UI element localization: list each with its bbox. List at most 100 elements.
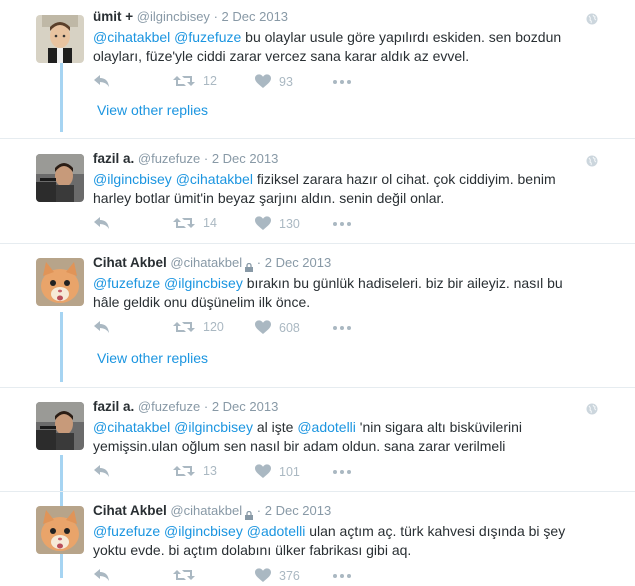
tweet[interactable]: fazil a. @fuzefuze · 2 Dec 2013 @cihatak… — [0, 399, 635, 499]
retweet-count: 120 — [203, 320, 224, 334]
retweet-icon — [173, 568, 195, 582]
separator: · — [256, 503, 262, 518]
mention-link[interactable]: @fuzefuze — [174, 29, 241, 45]
avatar[interactable] — [36, 402, 84, 450]
like-button[interactable]: 130 — [255, 216, 300, 231]
fullname[interactable]: ümit + — [93, 9, 133, 24]
fullname[interactable]: fazil a. — [93, 399, 134, 414]
retweet-icon — [173, 320, 195, 334]
reply-button[interactable] — [93, 568, 111, 582]
tweet-header: fazil a. @fuzefuze · 2 Dec 2013 — [93, 399, 278, 414]
mention-link[interactable]: @ilgincbisey — [174, 419, 253, 435]
handle[interactable]: @fuzefuze — [138, 399, 200, 414]
globe-icon — [586, 154, 598, 167]
reply-icon — [93, 74, 111, 88]
retweet-count: 13 — [203, 464, 217, 478]
retweet-count: 12 — [203, 74, 217, 88]
globe-icon — [586, 12, 598, 25]
more-icon — [333, 222, 351, 226]
retweet-icon — [173, 74, 195, 88]
avatar[interactable] — [36, 506, 84, 554]
reply-button[interactable] — [93, 464, 111, 478]
like-count: 93 — [279, 74, 293, 89]
fullname[interactable]: Cihat Akbel — [93, 503, 167, 518]
like-count: 130 — [279, 216, 300, 231]
tweet-header: Cihat Akbel @cihatakbel · 2 Dec 2013 — [93, 503, 332, 520]
retweet-icon — [173, 464, 195, 478]
mention-link[interactable]: @cihatakbel — [93, 419, 170, 435]
handle[interactable]: @ilgincbisey — [137, 9, 210, 24]
reply-button[interactable] — [93, 320, 111, 334]
mention-link[interactable]: @cihatakbel — [176, 171, 253, 187]
handle[interactable]: @fuzefuze — [138, 151, 200, 166]
avatar[interactable] — [36, 154, 84, 202]
retweet-button[interactable]: 120 — [173, 320, 224, 334]
tweet-text: @ilgincbisey @cihatakbel fiziksel zarara… — [93, 170, 583, 208]
handle[interactable]: @cihatakbel — [170, 255, 242, 270]
divider — [0, 491, 635, 492]
divider — [0, 387, 635, 388]
like-icon — [255, 74, 271, 89]
view-other-replies-link[interactable]: View other replies — [97, 350, 208, 366]
tweet[interactable]: fazil a. @fuzefuze · 2 Dec 2013 @ilgincb… — [0, 151, 635, 251]
avatar-man-image — [36, 402, 84, 450]
mention-link[interactable]: @ilgincbisey — [93, 171, 172, 187]
mention-link[interactable]: @adotelli — [247, 523, 306, 539]
timestamp[interactable]: 2 Dec 2013 — [222, 9, 289, 24]
mention-link[interactable]: @ilgincbisey — [164, 523, 243, 539]
retweet-button[interactable]: 14 — [173, 216, 217, 230]
tweet-header: ümit + @ilgincbisey · 2 Dec 2013 — [93, 9, 288, 24]
tweet-actions: 12 93 — [93, 74, 393, 92]
tweet-header: fazil a. @fuzefuze · 2 Dec 2013 — [93, 151, 278, 166]
avatar[interactable] — [36, 15, 84, 63]
mention-link[interactable]: @adotelli — [297, 419, 356, 435]
retweet-button[interactable] — [173, 568, 203, 582]
avatar-cat-image — [36, 506, 84, 554]
timestamp[interactable]: 2 Dec 2013 — [265, 503, 332, 518]
more-options-button[interactable] — [333, 80, 351, 84]
mention-link[interactable]: @cihatakbel — [93, 29, 170, 45]
tweet[interactable]: ümit + @ilgincbisey · 2 Dec 2013 @cihata… — [0, 9, 635, 119]
mention-link[interactable]: @ilgincbisey — [164, 275, 243, 291]
tweet-text: @fuzefuze @ilgincbisey bırakın bu günlük… — [93, 274, 583, 312]
reply-button[interactable] — [93, 216, 111, 230]
like-button[interactable]: 608 — [255, 320, 300, 335]
more-options-button[interactable] — [333, 326, 351, 330]
like-button[interactable]: 93 — [255, 74, 293, 89]
more-icon — [333, 574, 351, 578]
avatar-man-image — [36, 154, 84, 202]
like-count: 376 — [279, 568, 300, 583]
tweet-actions: 120 608 — [93, 320, 393, 338]
timestamp[interactable]: 2 Dec 2013 — [212, 399, 279, 414]
tweet-text-segment: al işte — [252, 419, 298, 435]
reply-button[interactable] — [93, 74, 111, 88]
reply-icon — [93, 216, 111, 230]
retweet-button[interactable]: 12 — [173, 74, 217, 88]
more-options-button[interactable] — [333, 574, 351, 578]
tweet[interactable]: Cihat Akbel @cihatakbel · 2 Dec 2013 @fu… — [0, 255, 635, 345]
divider — [0, 138, 635, 139]
more-options-button[interactable] — [333, 470, 351, 474]
tweet[interactable]: Cihat Akbel @cihatakbel · 2 Dec 2013 @fu… — [0, 503, 635, 583]
mention-link[interactable]: @fuzefuze — [93, 523, 160, 539]
divider — [0, 243, 635, 244]
view-other-replies-link[interactable]: View other replies — [97, 102, 208, 118]
separator: · — [213, 9, 218, 24]
retweet-button[interactable]: 13 — [173, 464, 217, 478]
like-icon — [255, 568, 271, 583]
fullname[interactable]: Cihat Akbel — [93, 255, 167, 270]
mention-link[interactable]: @fuzefuze — [93, 275, 160, 291]
more-options-button[interactable] — [333, 222, 351, 226]
fullname[interactable]: fazil a. — [93, 151, 134, 166]
tweet-actions: 14 130 — [93, 216, 393, 234]
tweet-text: @fuzefuze @ilgincbisey @adotelli ulan aç… — [93, 522, 583, 560]
like-count: 101 — [279, 464, 300, 479]
handle[interactable]: @cihatakbel — [170, 503, 242, 518]
avatar[interactable] — [36, 258, 84, 306]
timestamp[interactable]: 2 Dec 2013 — [212, 151, 279, 166]
like-button[interactable]: 101 — [255, 464, 300, 479]
separator: · — [203, 151, 209, 166]
like-button[interactable]: 376 — [255, 568, 300, 583]
more-icon — [333, 80, 351, 84]
timestamp[interactable]: 2 Dec 2013 — [265, 255, 332, 270]
